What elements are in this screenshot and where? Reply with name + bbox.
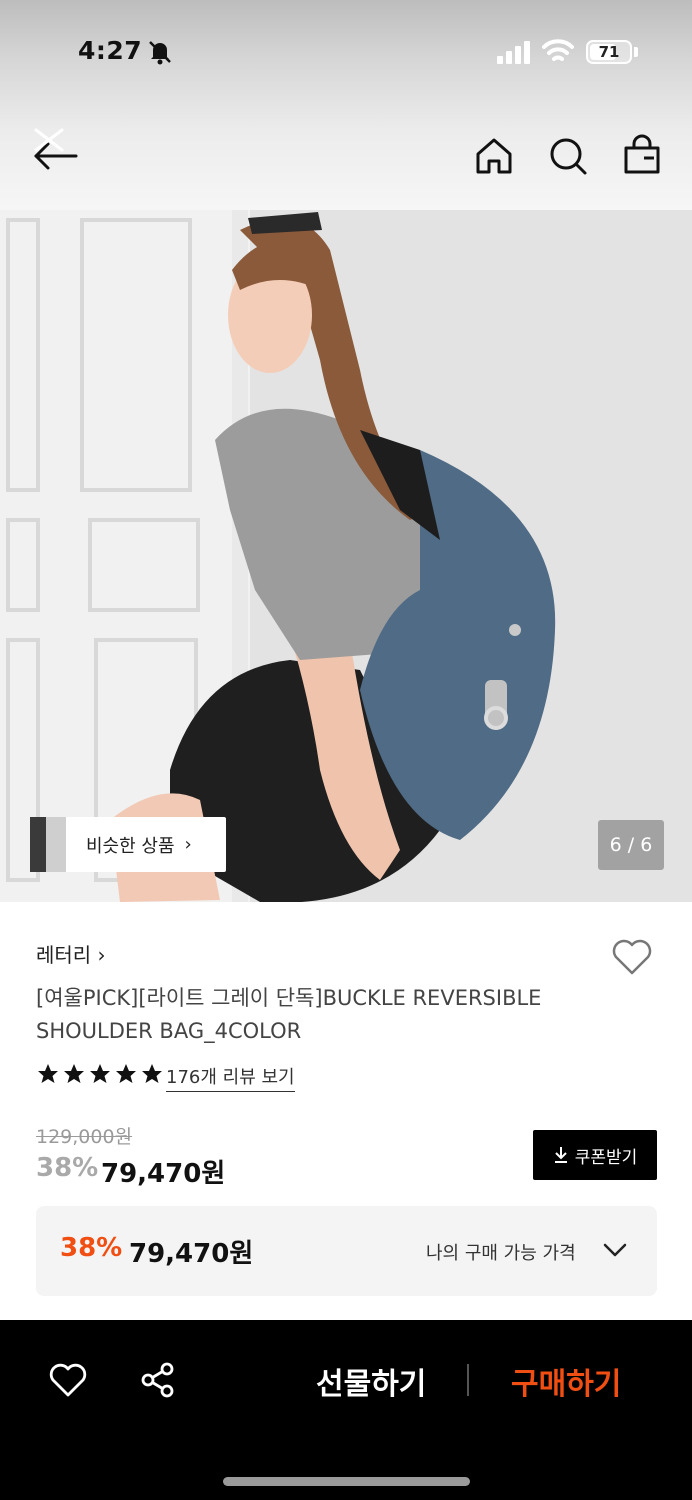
rating-stars: [36, 1062, 164, 1086]
similar-products-label: 비슷한 상품: [86, 835, 175, 857]
star-icon: [38, 1064, 58, 1083]
review-link[interactable]: 176개 리뷰 보기: [166, 1063, 295, 1092]
my-price: 79,470원: [129, 1239, 254, 1269]
share-icon[interactable]: [140, 1362, 176, 1398]
chevron-right-icon: ›: [184, 834, 192, 855]
battery-percent: 71: [598, 43, 620, 61]
heart-icon[interactable]: [610, 937, 654, 977]
brand-link[interactable]: 레터리 ›: [36, 939, 106, 968]
similar-products-button[interactable]: 비슷한 상품 ›: [30, 817, 226, 872]
image-page-counter: 6 / 6: [598, 820, 664, 870]
battery-tip: [634, 47, 638, 57]
bottom-action-bar: [0, 1320, 692, 1500]
star-icon: [116, 1064, 136, 1083]
bell-off-icon: [149, 41, 171, 65]
product-photo: [0, 210, 692, 902]
chevron-down-icon: [603, 1243, 627, 1257]
star-icon: [90, 1064, 110, 1083]
home-icon[interactable]: [474, 134, 514, 178]
my-price-box[interactable]: 38% 79,470원 나의 구매 가능 가격: [36, 1206, 657, 1296]
similar-thumbnail: [30, 817, 66, 872]
product-title: [여울PICK][라이트 그레이 단독]BUCKLE REVERSIBLE SH…: [36, 986, 542, 1043]
gift-button[interactable]: 선물하기: [316, 1359, 426, 1403]
star-icon: [64, 1064, 84, 1083]
coupon-button[interactable]: 쿠폰받기: [533, 1130, 657, 1180]
my-price-label: 나의 구매 가능 가격: [426, 1243, 576, 1264]
shopping-bag-icon[interactable]: [622, 134, 662, 178]
buy-button[interactable]: 구매하기: [511, 1359, 621, 1403]
wifi-icon: [542, 39, 574, 61]
wishlist-heart-icon[interactable]: [48, 1362, 88, 1398]
star-icon: [142, 1064, 162, 1083]
battery-icon: 71: [586, 40, 632, 64]
discount-rate: 38%: [36, 1153, 99, 1183]
home-indicator: [223, 1477, 470, 1486]
status-time: 4:27: [78, 36, 143, 65]
divider: [467, 1364, 469, 1396]
header-area: [0, 0, 692, 210]
download-icon: [554, 1147, 567, 1163]
my-discount-rate: 38%: [60, 1233, 123, 1263]
back-arrow-icon[interactable]: [28, 122, 84, 178]
search-icon[interactable]: [548, 134, 588, 178]
original-price: 129,000원: [36, 1126, 133, 1148]
coupon-label: 쿠폰받기: [574, 1147, 638, 1168]
signal-icon: [497, 41, 530, 64]
product-image[interactable]: [0, 210, 692, 902]
sale-price: 79,470원: [101, 1159, 226, 1189]
